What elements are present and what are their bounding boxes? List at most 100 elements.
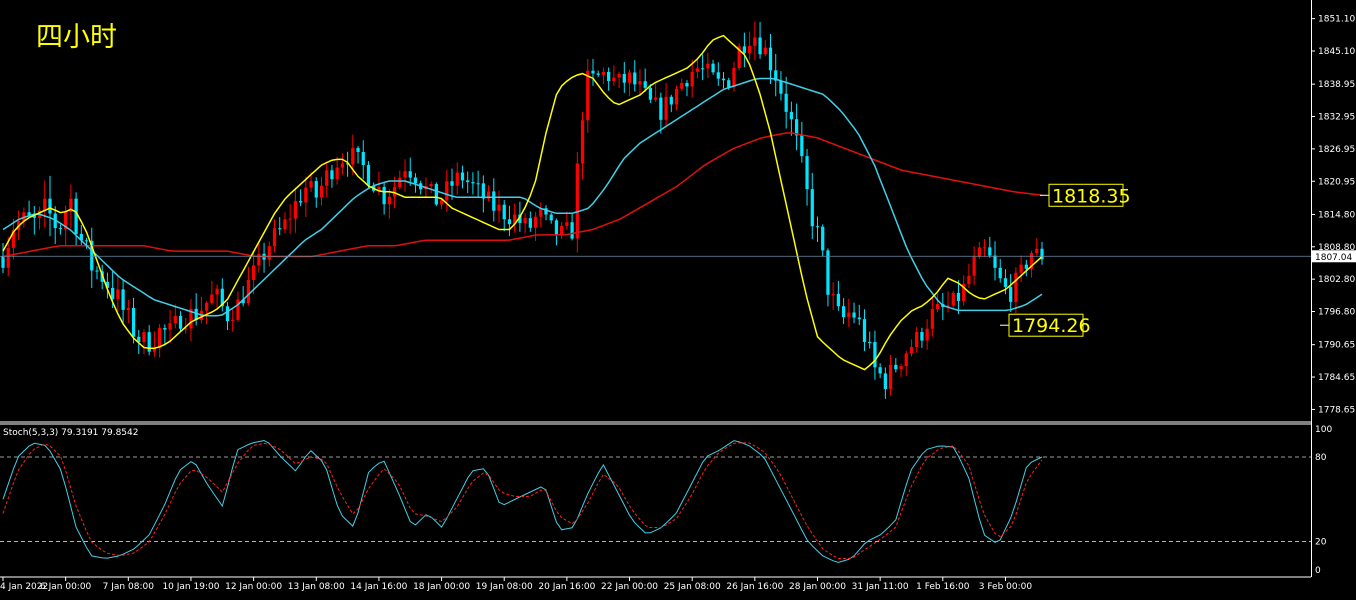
candle-body <box>706 63 710 69</box>
candle-body <box>481 183 485 199</box>
candle-body <box>251 265 256 280</box>
candle-body <box>753 37 757 46</box>
candle-body <box>868 341 872 343</box>
candle-body <box>95 270 99 272</box>
candle-body <box>116 289 120 299</box>
candle-body <box>293 201 298 219</box>
timeframe-title: 四小时 <box>36 22 117 53</box>
candle-body <box>664 96 668 120</box>
y-tick-label: 1802.80 <box>1318 275 1355 285</box>
candle-body <box>554 220 559 235</box>
x-tick-label: 19 Jan 08:00 <box>476 582 533 592</box>
candle-body <box>549 214 553 221</box>
candle-body <box>507 219 512 225</box>
candle-body <box>852 312 856 318</box>
x-tick-label: 26 Jan 16:00 <box>726 582 783 592</box>
candle-body <box>638 81 642 85</box>
candle-body <box>742 46 747 53</box>
candle-body <box>163 328 167 330</box>
y-tick-label: 1820.95 <box>1318 177 1355 187</box>
y-tick-label: 1796.80 <box>1318 308 1355 318</box>
candle-body <box>648 87 653 100</box>
candle-body <box>408 171 412 178</box>
candle-body <box>366 164 371 186</box>
candle-body <box>158 328 162 349</box>
candle-body <box>111 287 115 299</box>
candle-body <box>309 181 313 188</box>
candle <box>575 152 579 253</box>
stoch-tick-label: 80 <box>1315 453 1327 463</box>
candle-body <box>888 364 893 390</box>
y-tick-label: 1778.65 <box>1318 405 1355 415</box>
candle-body <box>6 247 10 268</box>
candle-body <box>810 189 814 227</box>
candle-body <box>993 255 997 268</box>
candle-body <box>492 191 496 211</box>
candle-body <box>48 198 52 214</box>
candle-body <box>1009 286 1013 302</box>
candle-body <box>622 73 626 83</box>
annotation-text: 1794.26 <box>1012 315 1091 337</box>
candle-body <box>257 253 261 266</box>
candle-body <box>580 120 585 164</box>
candle-body <box>909 346 914 354</box>
candle-body <box>758 37 762 55</box>
candle-body <box>873 341 877 368</box>
candle-body <box>836 293 840 307</box>
candle-body <box>43 198 47 211</box>
x-tick-label: 25 Jan 08:00 <box>664 582 721 592</box>
candle-body <box>131 307 136 337</box>
candle-body <box>789 111 794 120</box>
candle-body <box>1014 272 1018 302</box>
candle-body <box>560 225 564 235</box>
candle-body <box>805 156 809 190</box>
candle-body <box>570 222 574 239</box>
candle-body <box>956 292 961 301</box>
candle-body <box>883 373 887 390</box>
candle-body <box>690 71 694 87</box>
candle-body <box>633 72 637 85</box>
candle-body <box>1024 264 1028 269</box>
candle-body <box>617 73 621 78</box>
candle-body <box>340 163 344 168</box>
candle-body <box>356 147 360 153</box>
candle-body <box>847 312 851 318</box>
candle-body <box>982 247 987 249</box>
candle-body <box>998 267 1002 279</box>
x-tick-label: 3 Feb 00:00 <box>979 582 1033 592</box>
candle-body <box>977 247 981 257</box>
candle-body <box>826 250 830 295</box>
candle-body <box>899 366 903 370</box>
candle-body <box>591 70 595 74</box>
chart-canvas[interactable]: 1818.35 1794.26 1851.10 1845.10 1838.95 1832… <box>0 0 1356 596</box>
candle-body <box>601 71 606 75</box>
x-tick-label: 10 Jan 19:00 <box>162 582 219 592</box>
candle-body <box>58 228 63 230</box>
candle-body <box>382 186 386 205</box>
candle-body <box>575 163 579 239</box>
candle-body <box>398 177 402 188</box>
y-tick-label: 1814.80 <box>1318 210 1355 220</box>
candle-body <box>1035 248 1039 253</box>
candle-body <box>502 204 506 220</box>
candle-body <box>654 97 658 100</box>
candle-body <box>894 364 898 370</box>
candle-body <box>205 302 209 311</box>
candle-body <box>335 167 339 180</box>
candle-body <box>930 309 934 329</box>
candle-body <box>695 68 700 72</box>
candle-body <box>278 228 282 230</box>
candle-body <box>841 306 846 318</box>
candle-body <box>659 97 663 120</box>
candle-body <box>716 72 720 79</box>
chart-window: 1818.35 1794.26 1851.10 1845.10 1838.95 1832… <box>0 0 1356 596</box>
candle-body <box>800 135 804 157</box>
candle-body <box>815 226 820 228</box>
candle-body <box>351 147 355 165</box>
y-tick-label: 1790.65 <box>1318 341 1355 351</box>
y-tick-label: 1826.95 <box>1318 145 1355 155</box>
candle-body <box>643 81 647 88</box>
candle-body <box>267 246 271 260</box>
stoch-tick-label: 0 <box>1315 566 1321 576</box>
candle-body <box>612 77 616 82</box>
